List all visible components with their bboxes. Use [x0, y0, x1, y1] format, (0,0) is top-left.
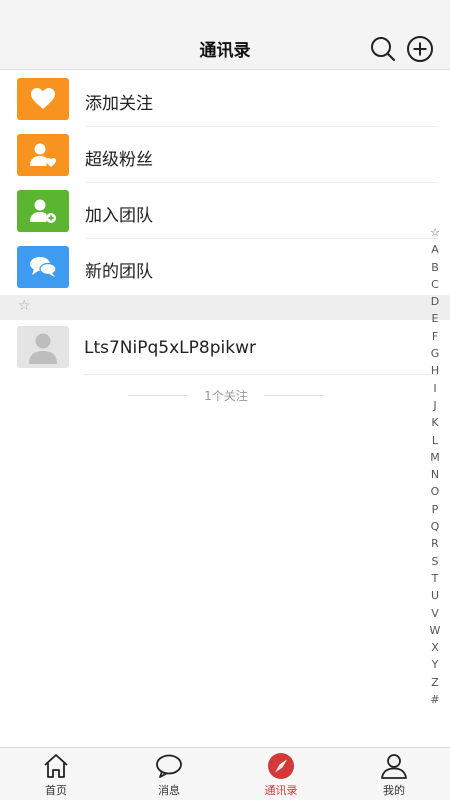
index-letter[interactable]: B: [426, 259, 444, 276]
tab-messages[interactable]: 消息: [113, 748, 225, 800]
user-add-icon: [17, 190, 69, 232]
index-letter[interactable]: #: [426, 691, 444, 708]
tab-label: 消息: [158, 784, 180, 797]
index-letter[interactable]: H: [426, 362, 444, 379]
heart-icon: [17, 78, 69, 120]
index-letter[interactable]: Z: [426, 674, 444, 691]
tab-label: 我的: [383, 784, 405, 797]
index-letter[interactable]: D: [426, 293, 444, 310]
index-letter[interactable]: ☆: [426, 224, 444, 241]
index-letter[interactable]: U: [426, 587, 444, 604]
index-letter[interactable]: R: [426, 535, 444, 552]
index-letter[interactable]: S: [426, 553, 444, 570]
follow-count-footer: 1个关注: [128, 387, 324, 405]
menu-item-label: 加入团队: [85, 206, 153, 226]
person-icon: [380, 752, 408, 780]
index-letter[interactable]: K: [426, 414, 444, 431]
contact-row[interactable]: Lts7NiPq5xLP8pikwr: [0, 320, 450, 375]
tab-home[interactable]: 首页: [0, 748, 112, 800]
divider: [264, 395, 324, 396]
index-letter[interactable]: O: [426, 483, 444, 500]
message-icon: [155, 752, 183, 780]
index-letter[interactable]: V: [426, 605, 444, 622]
index-letter[interactable]: N: [426, 466, 444, 483]
chat-bubbles-icon: [17, 246, 69, 288]
index-letter[interactable]: P: [426, 501, 444, 518]
divider: [84, 374, 438, 375]
menu-item-join-team[interactable]: 加入团队: [0, 183, 450, 239]
user-heart-icon: [17, 134, 69, 176]
section-header-starred: ☆: [0, 295, 450, 320]
index-letter[interactable]: Q: [426, 518, 444, 535]
index-letter[interactable]: A: [426, 241, 444, 258]
bottom-tab-bar: 首页 消息 通讯录 我的: [0, 747, 450, 800]
menu-item-super-fans[interactable]: 超级粉丝: [0, 127, 450, 183]
index-letter[interactable]: L: [426, 432, 444, 449]
star-icon: ☆: [18, 298, 31, 314]
compass-icon: [267, 752, 295, 780]
index-letter[interactable]: E: [426, 310, 444, 327]
menu-item-new-team[interactable]: 新的团队: [0, 239, 450, 295]
tab-label: 通讯录: [264, 784, 298, 797]
search-icon[interactable]: [369, 35, 397, 63]
index-letter[interactable]: J: [426, 397, 444, 414]
tab-mine[interactable]: 我的: [338, 748, 450, 800]
index-letter[interactable]: X: [426, 639, 444, 656]
index-letter[interactable]: G: [426, 345, 444, 362]
function-menu: 添加关注 超级粉丝 加入团队 新的团队: [0, 71, 450, 295]
tab-label: 首页: [45, 784, 67, 797]
index-letter[interactable]: C: [426, 276, 444, 293]
index-letter[interactable]: Y: [426, 656, 444, 673]
menu-item-label: 添加关注: [85, 94, 153, 114]
contact-name: Lts7NiPq5xLP8pikwr: [84, 338, 256, 358]
index-letter[interactable]: I: [426, 380, 444, 397]
home-icon: [42, 752, 70, 780]
menu-item-label: 新的团队: [85, 262, 153, 282]
index-letter[interactable]: F: [426, 328, 444, 345]
alphabet-index-bar[interactable]: ☆ A B C D E F G H I J K L M N O P Q R S T U V W X Y Z #: [426, 224, 444, 708]
tab-contacts[interactable]: 通讯录: [225, 748, 337, 800]
menu-item-add-follow[interactable]: 添加关注: [0, 71, 450, 127]
index-letter[interactable]: M: [426, 449, 444, 466]
index-letter[interactable]: T: [426, 570, 444, 587]
menu-item-label: 超级粉丝: [85, 150, 153, 170]
index-letter[interactable]: W: [426, 622, 444, 639]
default-avatar-icon: [17, 326, 69, 368]
header-bar: 通讯录: [0, 0, 450, 70]
plus-circle-icon[interactable]: [406, 35, 434, 63]
